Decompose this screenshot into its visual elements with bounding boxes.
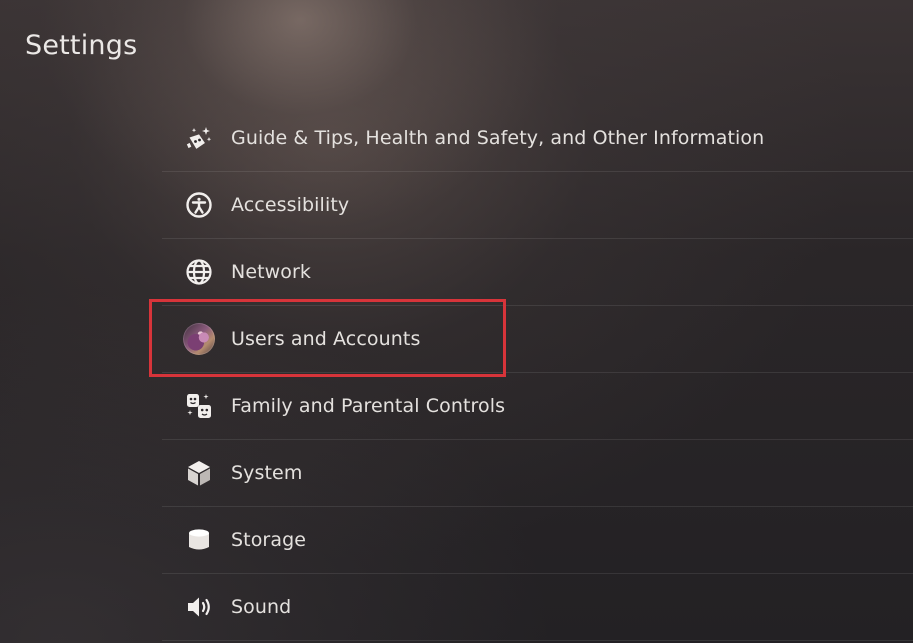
cylinder-icon	[182, 523, 216, 557]
family-faces-icon	[182, 389, 216, 423]
settings-item-label: Network	[231, 261, 312, 283]
page-title: Settings	[25, 30, 138, 61]
user-avatar	[182, 322, 216, 356]
settings-item-label: Accessibility	[231, 194, 350, 216]
settings-item-sound[interactable]: Sound	[162, 574, 913, 641]
settings-item-label: System	[231, 462, 303, 484]
settings-item-label: Guide & Tips, Health and Safety, and Oth…	[231, 127, 765, 149]
settings-item-storage[interactable]: Storage	[162, 507, 913, 574]
globe-icon	[182, 255, 216, 289]
sparkle-dice-icon	[182, 121, 216, 155]
avatar	[183, 323, 215, 355]
settings-item-label: Users and Accounts	[231, 328, 421, 350]
settings-item-label: Storage	[231, 529, 307, 551]
settings-list: Guide & Tips, Health and Safety, and Oth…	[162, 105, 913, 641]
settings-item-label: Sound	[231, 596, 292, 618]
settings-item-network[interactable]: Network	[162, 239, 913, 306]
settings-item-system[interactable]: System	[162, 440, 913, 507]
speaker-icon	[182, 590, 216, 624]
settings-item-accessibility[interactable]: Accessibility	[162, 172, 913, 239]
settings-item-label: Family and Parental Controls	[231, 395, 506, 417]
settings-item-family-parental[interactable]: Family and Parental Controls	[162, 373, 913, 440]
accessibility-icon	[182, 188, 216, 222]
settings-item-users-accounts[interactable]: Users and Accounts	[162, 306, 913, 373]
cube-icon	[182, 456, 216, 490]
settings-item-guide-tips[interactable]: Guide & Tips, Health and Safety, and Oth…	[162, 105, 913, 172]
